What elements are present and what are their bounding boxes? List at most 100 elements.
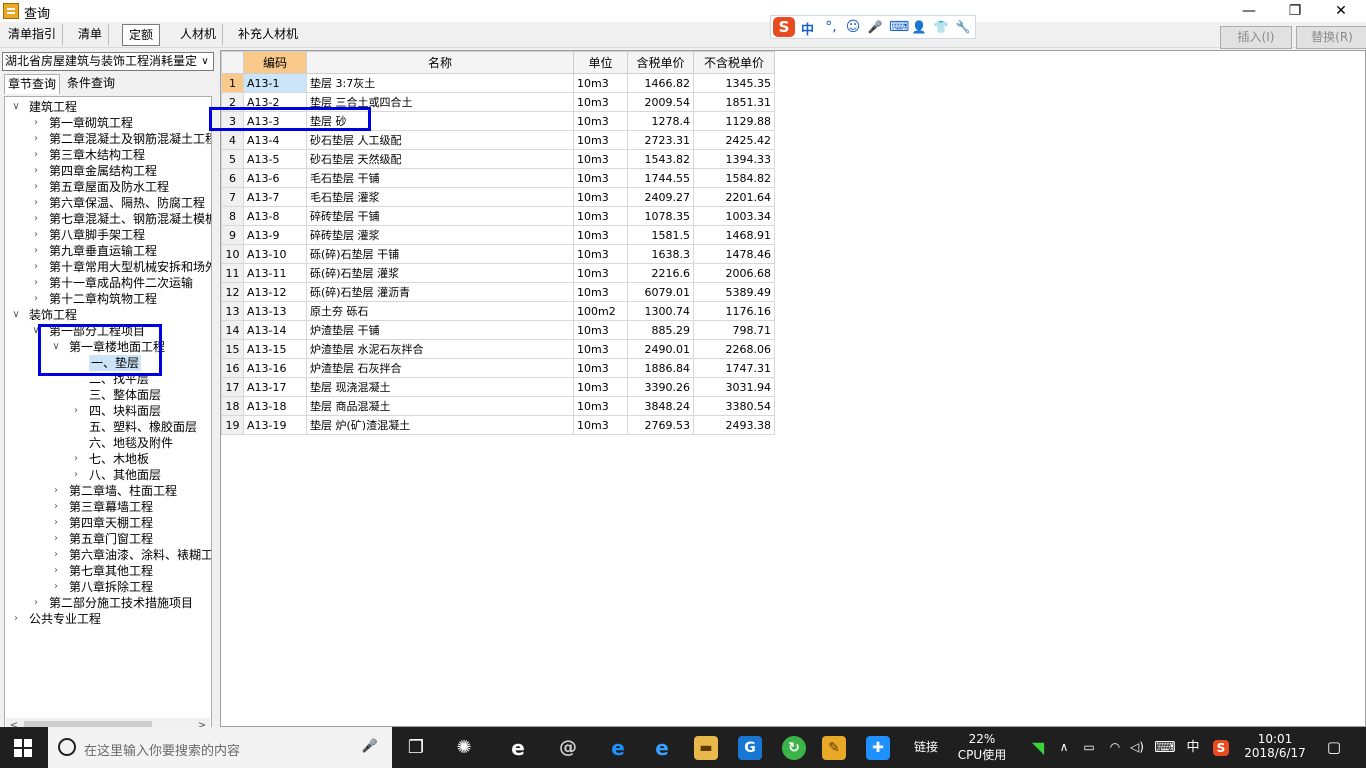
row-number[interactable]: 6 bbox=[221, 168, 244, 188]
price-without-tax-cell[interactable]: 1345.35 bbox=[693, 73, 775, 93]
price-with-tax-cell[interactable]: 1078.35 bbox=[627, 206, 694, 226]
unit-cell[interactable]: 10m3 bbox=[573, 149, 628, 169]
name-cell[interactable]: 砾(碎)石垫层 灌沥青 bbox=[306, 282, 574, 302]
price-without-tax-cell[interactable]: 1176.16 bbox=[693, 301, 775, 321]
unit-cell[interactable]: 10m3 bbox=[573, 320, 628, 340]
code-cell[interactable]: A13-1 bbox=[243, 73, 307, 93]
chevron-down-icon[interactable]: ∨ bbox=[197, 53, 213, 70]
unit-cell[interactable]: 10m3 bbox=[573, 168, 628, 188]
insert-button[interactable]: 插入(I) bbox=[1220, 26, 1292, 49]
row-number[interactable]: 1 bbox=[221, 73, 244, 93]
code-cell[interactable]: A13-11 bbox=[243, 263, 307, 283]
table-row[interactable]: 6 A13-6 毛石垫层 干铺 10m3 1744.55 1584.82 bbox=[221, 168, 775, 188]
unit-cell[interactable]: 10m3 bbox=[573, 244, 628, 264]
table-row[interactable]: 11 A13-11 砾(碎)石垫层 灌浆 10m3 2216.6 2006.68 bbox=[221, 263, 775, 283]
chevron-right-icon[interactable]: › bbox=[51, 547, 61, 563]
wifi-signal-icon[interactable]: ◥ bbox=[1026, 727, 1050, 768]
unit-cell[interactable]: 10m3 bbox=[573, 377, 628, 397]
table-row[interactable]: 7 A13-7 毛石垫层 灌浆 10m3 2409.27 2201.64 bbox=[221, 187, 775, 207]
name-cell[interactable]: 砾(碎)石垫层 灌浆 bbox=[306, 263, 574, 283]
price-without-tax-cell[interactable]: 1747.31 bbox=[693, 358, 775, 378]
chevron-right-icon[interactable]: › bbox=[71, 467, 81, 483]
price-with-tax-cell[interactable]: 2216.6 bbox=[627, 263, 694, 283]
price-without-tax-cell[interactable]: 1129.88 bbox=[693, 111, 775, 131]
tab-supplement-lmm[interactable]: 补充人材机 bbox=[232, 24, 304, 46]
price-with-tax-cell[interactable]: 1744.55 bbox=[627, 168, 694, 188]
row-number[interactable]: 8 bbox=[221, 206, 244, 226]
chevron-right-icon[interactable]: › bbox=[31, 259, 41, 275]
unit-cell[interactable]: 10m3 bbox=[573, 396, 628, 416]
code-cell[interactable]: A13-14 bbox=[243, 320, 307, 340]
price-without-tax-cell[interactable]: 1851.31 bbox=[693, 92, 775, 112]
chevron-right-icon[interactable]: › bbox=[71, 451, 81, 467]
code-cell[interactable]: A13-9 bbox=[243, 225, 307, 245]
chevron-up-icon[interactable]: ∧ bbox=[1054, 727, 1074, 768]
table-row[interactable]: 8 A13-8 碎砖垫层 干铺 10m3 1078.35 1003.34 bbox=[221, 206, 775, 226]
price-with-tax-cell[interactable]: 2009.54 bbox=[627, 92, 694, 112]
tab-chapter-query[interactable]: 章节查询 bbox=[4, 74, 61, 94]
table-row[interactable]: 9 A13-9 碎砖垫层 灌浆 10m3 1581.5 1468.91 bbox=[221, 225, 775, 245]
pinwheel-app-icon[interactable]: ✺ bbox=[452, 736, 476, 760]
price-with-tax-cell[interactable]: 6079.01 bbox=[627, 282, 694, 302]
price-without-tax-cell[interactable]: 2493.38 bbox=[693, 415, 775, 435]
price-without-tax-cell[interactable]: 2006.68 bbox=[693, 263, 775, 283]
tab-quota[interactable]: 定额 bbox=[122, 24, 161, 46]
code-cell[interactable]: A13-15 bbox=[243, 339, 307, 359]
replace-button[interactable]: 替换(R) bbox=[1296, 26, 1366, 49]
chevron-right-icon[interactable]: › bbox=[31, 115, 41, 131]
price-without-tax-cell[interactable]: 1584.82 bbox=[693, 168, 775, 188]
row-number[interactable]: 15 bbox=[221, 339, 244, 359]
task-view-icon[interactable]: ❐ bbox=[404, 736, 428, 760]
row-number[interactable]: 11 bbox=[221, 263, 244, 283]
row-number[interactable]: 4 bbox=[221, 130, 244, 150]
chevron-right-icon[interactable]: › bbox=[31, 211, 41, 227]
chevron-right-icon[interactable]: › bbox=[51, 579, 61, 595]
chevron-right-icon[interactable]: › bbox=[31, 243, 41, 259]
unit-cell[interactable]: 10m3 bbox=[573, 206, 628, 226]
price-with-tax-cell[interactable]: 1886.84 bbox=[627, 358, 694, 378]
chevron-down-icon[interactable]: ∨ bbox=[11, 99, 21, 115]
input-language[interactable]: 中 bbox=[1182, 727, 1204, 768]
code-cell[interactable]: A13-16 bbox=[243, 358, 307, 378]
name-cell[interactable]: 垫层 3:7灰土 bbox=[306, 73, 574, 93]
unit-cell[interactable]: 10m3 bbox=[573, 225, 628, 245]
header-name[interactable]: 名称 bbox=[306, 51, 574, 74]
row-number[interactable]: 16 bbox=[221, 358, 244, 378]
g-app-icon[interactable]: G bbox=[738, 736, 762, 760]
punctuation-icon[interactable]: °, bbox=[823, 19, 839, 35]
code-cell[interactable]: A13-7 bbox=[243, 187, 307, 207]
table-row[interactable]: 18 A13-18 垫层 商品混凝土 10m3 3848.24 3380.54 bbox=[221, 396, 775, 416]
price-without-tax-cell[interactable]: 1468.91 bbox=[693, 225, 775, 245]
chevron-right-icon[interactable]: › bbox=[31, 131, 41, 147]
code-cell[interactable]: A13-6 bbox=[243, 168, 307, 188]
chevron-right-icon[interactable]: › bbox=[31, 163, 41, 179]
network-icon[interactable]: ◠ bbox=[1104, 727, 1126, 768]
unit-cell[interactable]: 10m3 bbox=[573, 187, 628, 207]
code-cell[interactable]: A13-13 bbox=[243, 301, 307, 321]
tab-bill-guide[interactable]: 清单指引 bbox=[2, 24, 64, 46]
table-row[interactable]: 19 A13-19 垫层 炉(矿)渣混凝土 10m3 2769.53 2493.38 bbox=[221, 415, 775, 435]
row-number[interactable]: 12 bbox=[221, 282, 244, 302]
table-row[interactable]: 4 A13-4 砂石垫层 人工级配 10m3 2723.31 2425.42 bbox=[221, 130, 775, 150]
blue-cross-app-icon[interactable]: ✚ bbox=[866, 736, 890, 760]
price-with-tax-cell[interactable]: 2769.53 bbox=[627, 415, 694, 435]
header-price-without-tax[interactable]: 不含税单价 bbox=[693, 51, 775, 74]
link-label[interactable]: 链接 bbox=[904, 727, 948, 768]
chevron-right-icon[interactable]: › bbox=[31, 275, 41, 291]
price-without-tax-cell[interactable]: 2201.64 bbox=[693, 187, 775, 207]
price-without-tax-cell[interactable]: 2425.42 bbox=[693, 130, 775, 150]
row-number[interactable]: 5 bbox=[221, 149, 244, 169]
header-unit[interactable]: 单位 bbox=[573, 51, 628, 74]
name-cell[interactable]: 毛石垫层 干铺 bbox=[306, 168, 574, 188]
keyboard-icon[interactable]: ⌨ bbox=[889, 19, 909, 35]
row-number[interactable]: 13 bbox=[221, 301, 244, 321]
row-number[interactable]: 14 bbox=[221, 320, 244, 340]
name-cell[interactable]: 砂石垫层 天然级配 bbox=[306, 149, 574, 169]
code-cell[interactable]: A13-5 bbox=[243, 149, 307, 169]
notification-icon[interactable]: ▢ bbox=[1322, 727, 1346, 768]
tab-condition-query[interactable]: 条件查询 bbox=[64, 74, 118, 94]
price-with-tax-cell[interactable]: 2490.01 bbox=[627, 339, 694, 359]
windows-start-icon[interactable] bbox=[14, 739, 32, 757]
row-number[interactable]: 9 bbox=[221, 225, 244, 245]
name-cell[interactable]: 炉渣垫层 干铺 bbox=[306, 320, 574, 340]
